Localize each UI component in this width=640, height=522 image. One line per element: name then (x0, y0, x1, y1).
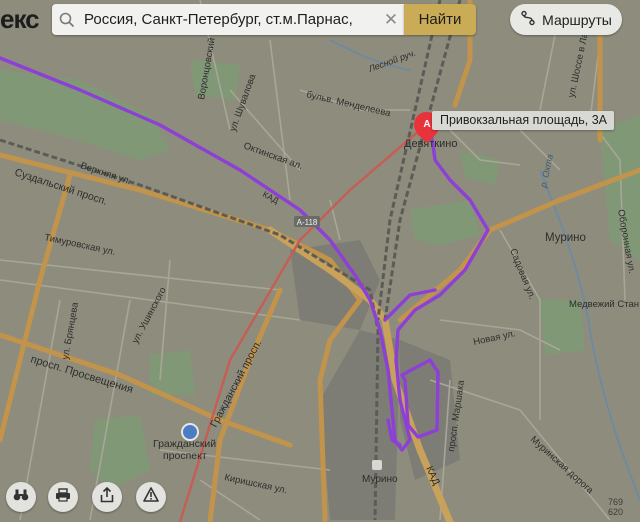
label-devyatkino: Девяткино (404, 138, 457, 150)
label-murino-station: Мурино (362, 474, 398, 485)
routes-button[interactable]: Маршруты (510, 4, 622, 35)
label-grazhdansky-station-1: Гражданский (153, 438, 216, 450)
binoculars-icon (13, 488, 29, 507)
route-icon (520, 10, 536, 29)
printer-icon (55, 487, 71, 507)
search-input[interactable] (82, 11, 378, 28)
routes-button-label: Маршруты (542, 11, 612, 28)
panorama-tool[interactable] (6, 482, 36, 512)
share-tool[interactable] (92, 482, 122, 512)
warning-icon (143, 487, 159, 507)
yandex-logo[interactable]: екс (0, 4, 40, 35)
search-icon (52, 12, 82, 28)
share-icon (100, 486, 114, 508)
svg-text:A: A (423, 119, 430, 130)
scale-readout: 769 620 (608, 497, 623, 517)
search-box: ✕ (52, 4, 404, 35)
road-badge-a118: А-118 (294, 216, 320, 227)
clear-search-icon[interactable]: ✕ (378, 10, 404, 30)
label-murino: Мурино (545, 232, 586, 244)
label-grazhdansky-station-2: проспект (163, 450, 207, 462)
print-tool[interactable] (48, 482, 78, 512)
station-murino-icon (372, 460, 382, 470)
label-medvezhiy: Медвежий Стан (569, 299, 639, 310)
report-error-tool[interactable] (136, 482, 166, 512)
scale-line-1: 769 (608, 497, 624, 507)
search-button[interactable]: Найти (404, 4, 476, 35)
svg-text:А-118: А-118 (297, 218, 318, 227)
destination-label[interactable]: Привокзальная площадь, 3А (432, 111, 614, 130)
scale-line-2: 620 (608, 507, 624, 517)
map-canvas[interactable]: А-118 Суздальский просп. просп. Просвеще… (0, 0, 640, 522)
